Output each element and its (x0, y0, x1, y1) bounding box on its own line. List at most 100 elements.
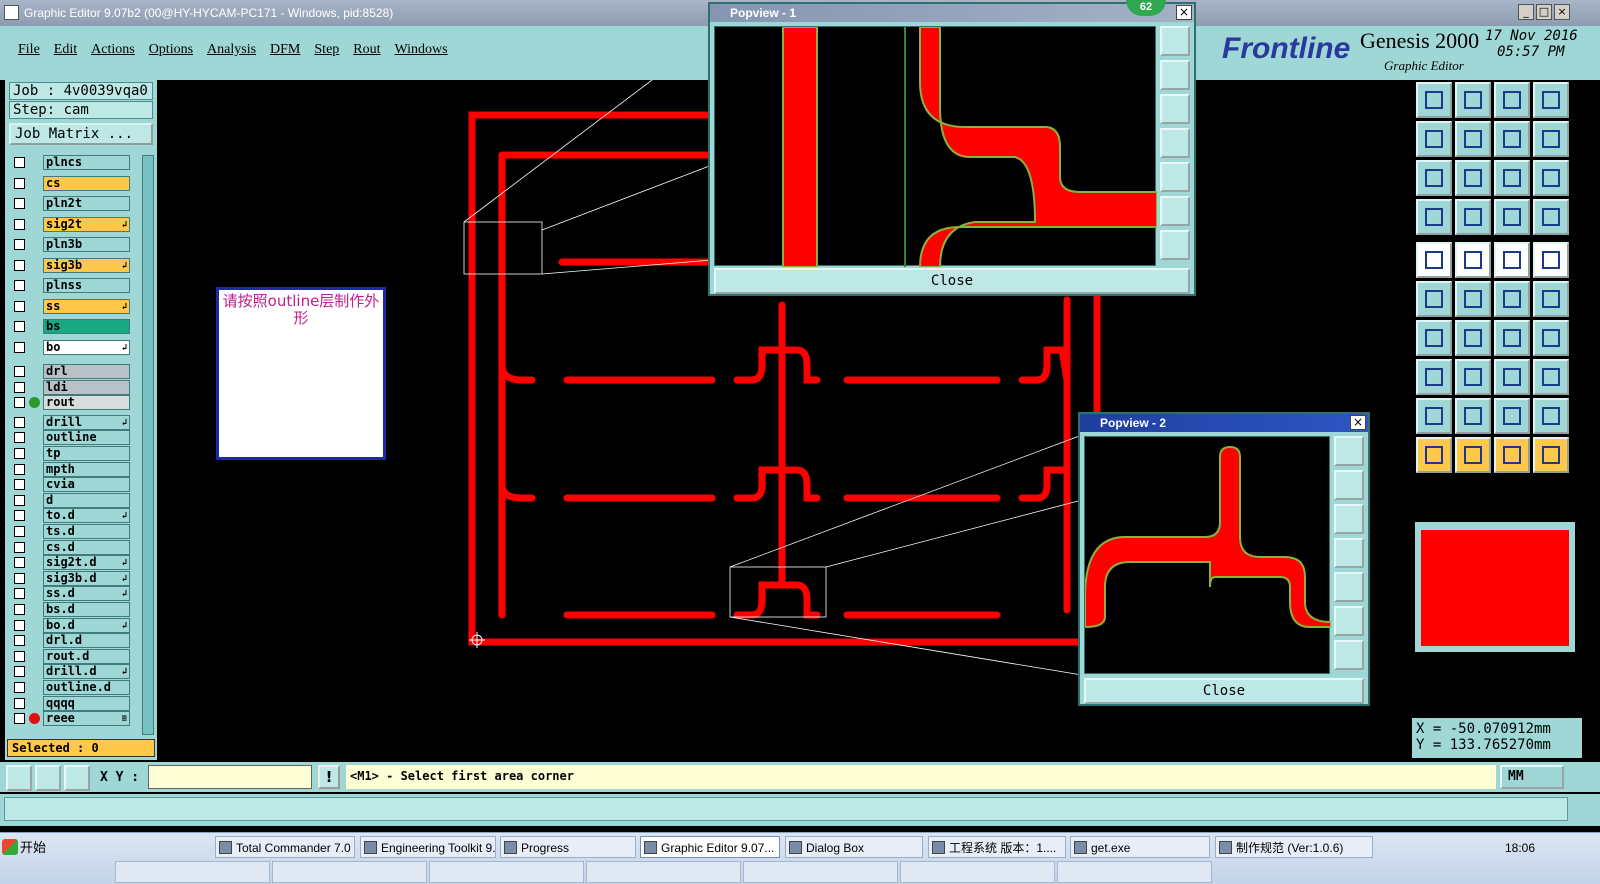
layer-row-ss[interactable]: ss ↲ (9, 298, 131, 314)
menu-step[interactable]: Step (314, 42, 339, 58)
layer-row-plncs[interactable]: plncs (9, 155, 131, 170)
layer-checkbox[interactable] (14, 526, 25, 537)
route-icon[interactable] (1533, 437, 1569, 473)
layer-checkbox[interactable] (14, 300, 25, 312)
layer-checkbox[interactable] (14, 650, 25, 662)
popview-pan-left-button[interactable] (1160, 128, 1190, 158)
layer-name[interactable]: ss.d ↲ (43, 586, 130, 602)
move-left-icon[interactable] (1416, 121, 1452, 157)
layer-name[interactable]: drl.d (43, 633, 130, 649)
task-slot[interactable] (115, 861, 270, 883)
link-icon[interactable] (1533, 281, 1569, 317)
layer-checkbox[interactable] (14, 510, 25, 522)
rotate-icon[interactable] (1494, 320, 1530, 356)
layer-row-ldi[interactable]: ldi (9, 379, 131, 395)
layer-name[interactable]: to.d ↲ (43, 508, 130, 524)
popview-zoom-fit-button[interactable] (1334, 436, 1364, 466)
layer-row-rout[interactable]: rout (9, 395, 131, 411)
layer-row-plnss[interactable]: plnss (9, 278, 131, 293)
start-button[interactable]: 开始 (2, 837, 46, 856)
popview-pan-down-button[interactable] (1160, 94, 1190, 124)
circle-icon[interactable] (1533, 242, 1569, 278)
popview-pan-up-button[interactable] (1160, 60, 1190, 90)
layer-row-tp[interactable]: tp (9, 446, 131, 461)
layer-row-bo.d[interactable]: bo.d ↲ (9, 617, 131, 633)
traffic-light-icon[interactable] (1494, 199, 1530, 235)
layer-row-ss.d[interactable]: ss.d ↲ (9, 586, 131, 602)
menu-options[interactable]: Options (149, 42, 193, 58)
layer-checkbox[interactable] (14, 366, 25, 377)
layer-name[interactable]: cs (43, 175, 130, 191)
layer-checkbox[interactable] (14, 697, 25, 709)
resize-icon[interactable] (1416, 160, 1452, 196)
layer-name[interactable]: plncs (43, 155, 130, 170)
layer-row-bs.d[interactable]: bs.d (9, 602, 131, 617)
layer-name[interactable]: tp (43, 446, 130, 461)
help-icon[interactable] (1533, 160, 1569, 196)
cross-icon[interactable] (1455, 281, 1491, 317)
layer-name[interactable]: pln2t (43, 196, 130, 211)
task-button[interactable]: Progress (500, 836, 636, 858)
layer-name[interactable]: sig2t ↲ (43, 216, 130, 232)
home-icon[interactable] (1494, 82, 1530, 118)
popview-pan-down-button[interactable] (1334, 504, 1364, 534)
layer-name[interactable]: bo.d ↲ (43, 617, 130, 633)
layer-name[interactable]: rout.d (43, 648, 130, 664)
layer-checkbox[interactable] (14, 494, 25, 506)
align-icon[interactable] (1533, 320, 1569, 356)
layer-checkbox[interactable] (14, 588, 25, 600)
layer-row-sig3b[interactable]: sig3b ↲ (9, 257, 131, 273)
layer-name[interactable]: rout (43, 395, 130, 411)
layer-checkbox[interactable] (14, 397, 25, 409)
layer-row-to.d[interactable]: to.d ↲ (9, 508, 131, 524)
xy-input[interactable] (148, 765, 312, 789)
layer-checkbox[interactable] (14, 604, 25, 615)
polygon-icon[interactable] (1494, 398, 1530, 434)
popview-zoom-out-button[interactable] (1160, 230, 1190, 260)
popview-zoom-fit-button[interactable] (1160, 26, 1190, 56)
layer-name[interactable]: reee ≡ (43, 711, 130, 727)
task-button[interactable]: Graphic Editor 9.07... (640, 836, 780, 858)
task-button[interactable]: Dialog Box (785, 836, 923, 858)
layer-checkbox[interactable] (14, 682, 25, 693)
task-slot[interactable] (586, 861, 741, 883)
menu-edit[interactable]: Edit (54, 42, 77, 58)
angle-icon[interactable] (1416, 320, 1452, 356)
save-icon[interactable] (1455, 82, 1491, 118)
layer-name[interactable]: sig3b ↲ (43, 257, 130, 273)
move-right-icon[interactable] (1455, 121, 1491, 157)
overview-map[interactable] (1415, 522, 1575, 652)
stretch-icon[interactable] (1494, 359, 1530, 395)
grid-view-icon[interactable] (1533, 82, 1569, 118)
layer-row-qqqq[interactable]: qqqq (9, 695, 131, 711)
line-icon[interactable] (1455, 242, 1491, 278)
layer-row-drill.d[interactable]: drill.d ↲ (9, 664, 131, 680)
layer-checkbox[interactable] (14, 463, 25, 475)
layer-row-mpth[interactable]: mpth (9, 461, 131, 477)
layer-checkbox[interactable] (14, 432, 25, 444)
layer-row-cs.d[interactable]: cs.d (9, 539, 131, 555)
layer-checkbox[interactable] (14, 479, 25, 491)
layer-row-drill[interactable]: drill ↲ (9, 414, 131, 430)
layer-row-drl.d[interactable]: drl.d (9, 633, 131, 649)
layer-name[interactable]: outline (43, 430, 130, 446)
point-icon[interactable] (1416, 359, 1452, 395)
maximize-button[interactable]: □ (1536, 4, 1552, 20)
select-icon[interactable] (1455, 437, 1491, 473)
node-icon[interactable] (1416, 281, 1452, 317)
menu-analysis[interactable]: Analysis (207, 42, 256, 58)
layer-name[interactable]: cvia (43, 477, 130, 493)
layer-row-sig3b.d[interactable]: sig3b.d ↲ (9, 570, 131, 586)
snap-corner-icon[interactable] (6, 765, 32, 791)
layer-checkbox[interactable] (14, 218, 25, 230)
layer-name[interactable]: plnss (43, 278, 130, 293)
popview-2-close-button[interactable]: Close (1084, 678, 1364, 704)
pick-icon[interactable] (1494, 437, 1530, 473)
layer-row-d[interactable]: d (9, 492, 131, 508)
measure-icon[interactable] (1416, 199, 1452, 235)
flip-icon[interactable] (1494, 121, 1530, 157)
layer-checkbox[interactable] (14, 321, 25, 332)
popview-1-close-button[interactable]: Close (714, 268, 1190, 294)
layer-checkbox[interactable] (14, 619, 25, 631)
layer-checkbox[interactable] (14, 541, 25, 553)
